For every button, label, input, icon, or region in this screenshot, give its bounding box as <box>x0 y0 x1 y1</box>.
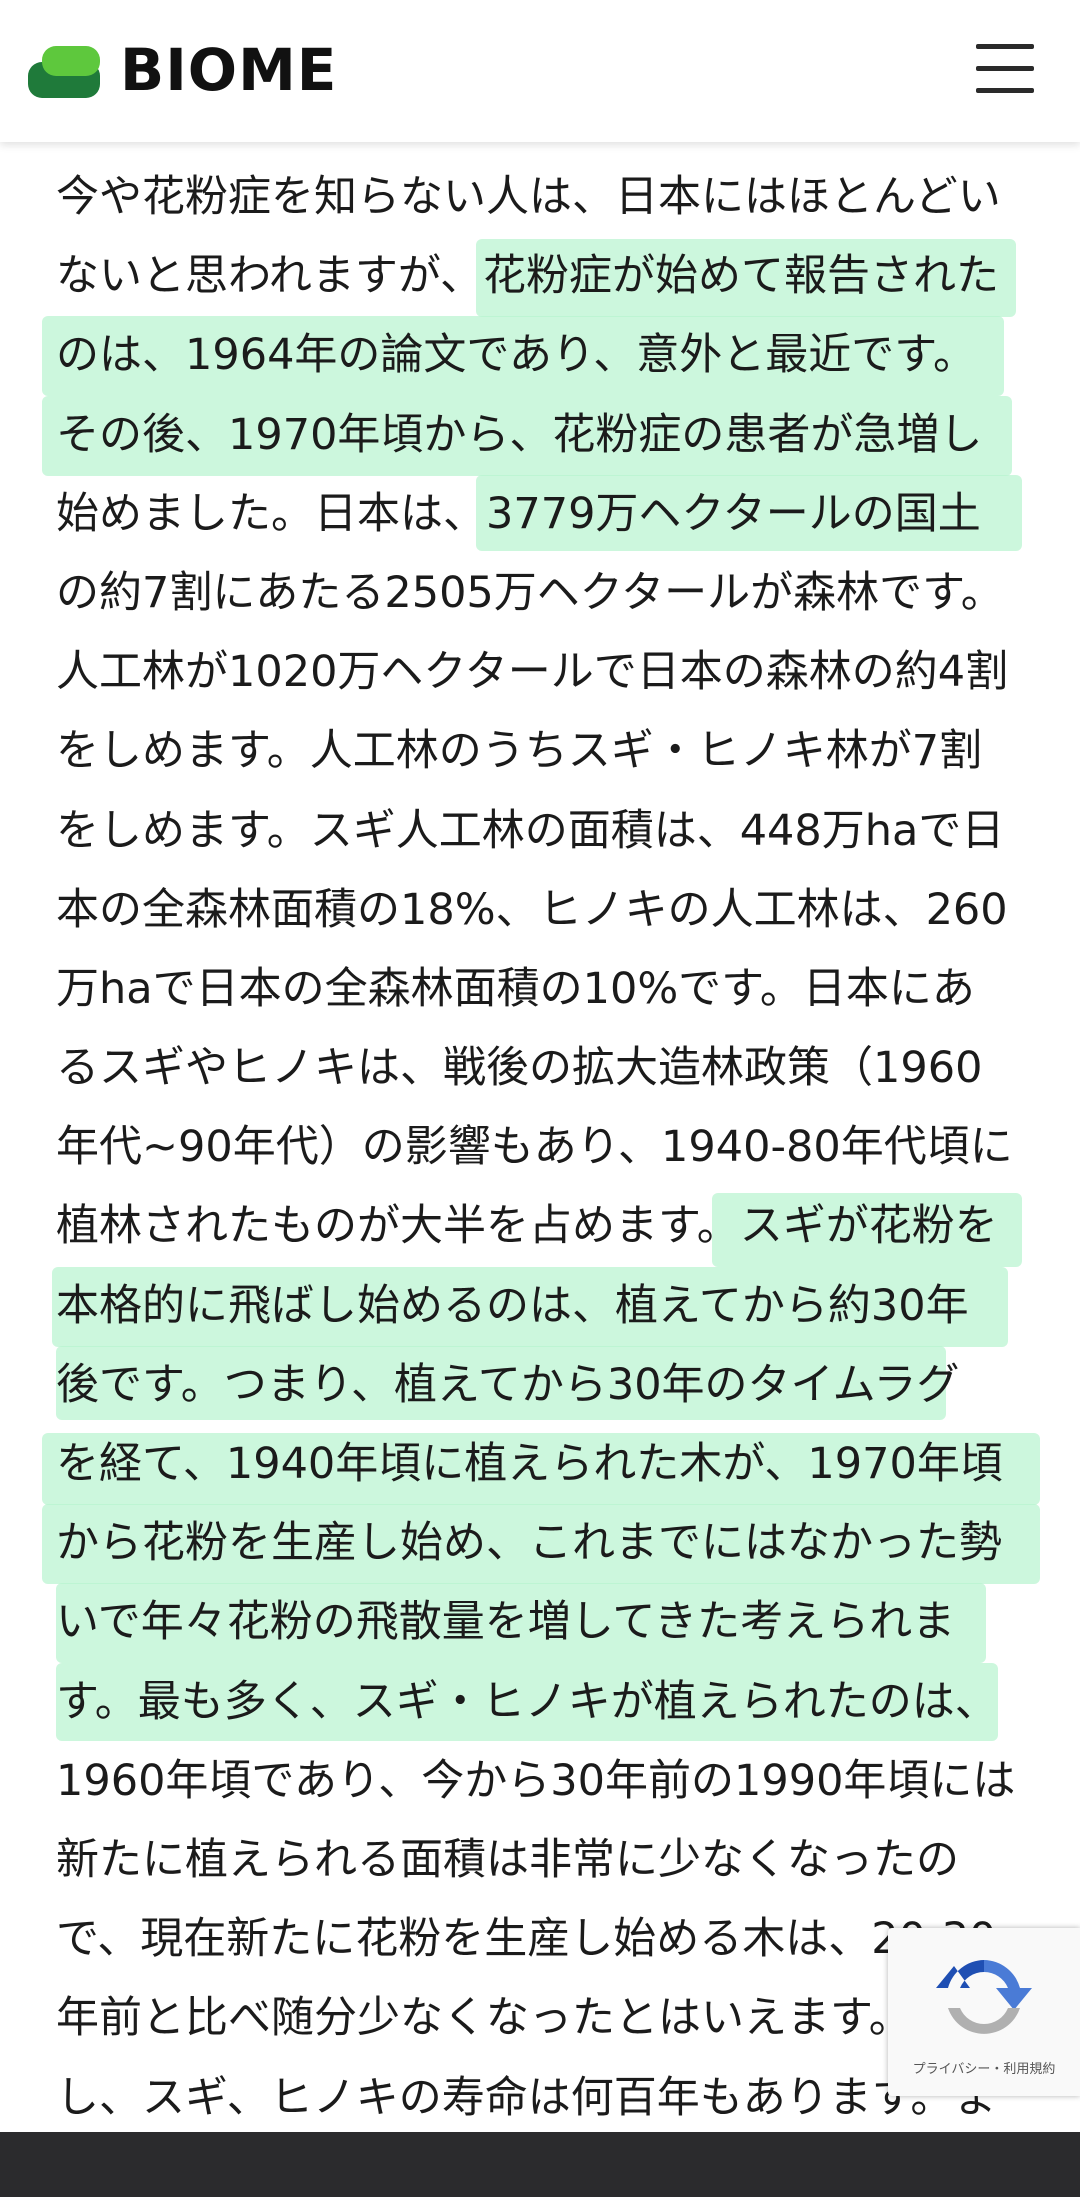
text-line: のは、1964年の論文であり、意外と最近です。 <box>42 316 1036 397</box>
text-line: いで年々花粉の飛散量を増してきた考えられま <box>56 1583 1036 1664</box>
text-line: から花粉を生産し始め、これまでにはなかった勢 <box>42 1504 1040 1585</box>
text-line: をしめます。人工林のうちスギ・ヒノキ林が7割 <box>56 726 983 777</box>
recaptcha-badge[interactable]: プライバシー・利用規約 <box>888 1928 1080 2096</box>
text-line: その後、1970年頃から、花粉症の患者が急増し <box>42 395 1036 476</box>
biome-logo[interactable]: BIOME <box>28 30 337 110</box>
text-line: 新たに植えられる面積は非常に少なくなったの <box>56 1834 959 1885</box>
text-line: ないと思われますが、花粉症が始めて報告された <box>56 237 1036 318</box>
text-line: 万haで日本の全森林面積の10%です。日本にあ <box>56 963 975 1014</box>
text-line: るスギやヒノキは、戦後の拡大造林政策（1960 <box>56 1043 983 1094</box>
recaptcha-privacy-terms-link[interactable]: プライバシー・利用規約 <box>888 2058 1080 2077</box>
text-line: 本の全森林面積の18%、ヒノキの人工林は、260 <box>56 884 1008 935</box>
text-line: 始めました。日本は、3779万ヘクタールの国土 <box>56 474 1036 554</box>
recaptcha-icon <box>936 1960 1032 2034</box>
text-line: 後です。つまり、植えてから30年のタイムラグ <box>56 1345 1036 1425</box>
article-body: 今や花粉症を知らない人は、日本にはほとんどい ないと思われますが、花粉症が始めて… <box>42 158 1040 2138</box>
text-line: 本格的に飛ばし始めるのは、植えてから約30年 <box>52 1266 1036 1347</box>
text-line: す。最も多く、スギ・ヒノキが植えられたのは、 <box>56 1662 1036 1742</box>
text-line: 年代~90年代）の影響もあり、1940-80年代頃に <box>56 1122 1013 1173</box>
hamburger-menu-icon[interactable] <box>976 42 1034 96</box>
site-header: BIOME <box>0 0 1080 142</box>
text-line: 人工林が1020万ヘクタールで日本の森林の約4割 <box>56 647 1009 698</box>
text-line: 1960年頃であり、今から30年前の1990年頃には <box>56 1755 1016 1806</box>
text-line: をしめます。スギ人工林の面積は、448万haで日 <box>56 805 1005 856</box>
text-line: を経て、1940年頃に植えられた木が、1970年頃 <box>42 1425 1040 1505</box>
footer-bar <box>0 2132 1080 2197</box>
logo-text: BIOME <box>120 36 338 104</box>
text-line: 植林されたものが大半を占めます。スギが花粉を <box>56 1187 1036 1268</box>
text-line: の約7割にあたる2505万ヘクタールが森林です。 <box>56 567 1004 618</box>
text-line: 今や花粉症を知らない人は、日本にはほとんどい <box>56 172 1001 222</box>
leaf-logo-icon <box>28 42 104 98</box>
